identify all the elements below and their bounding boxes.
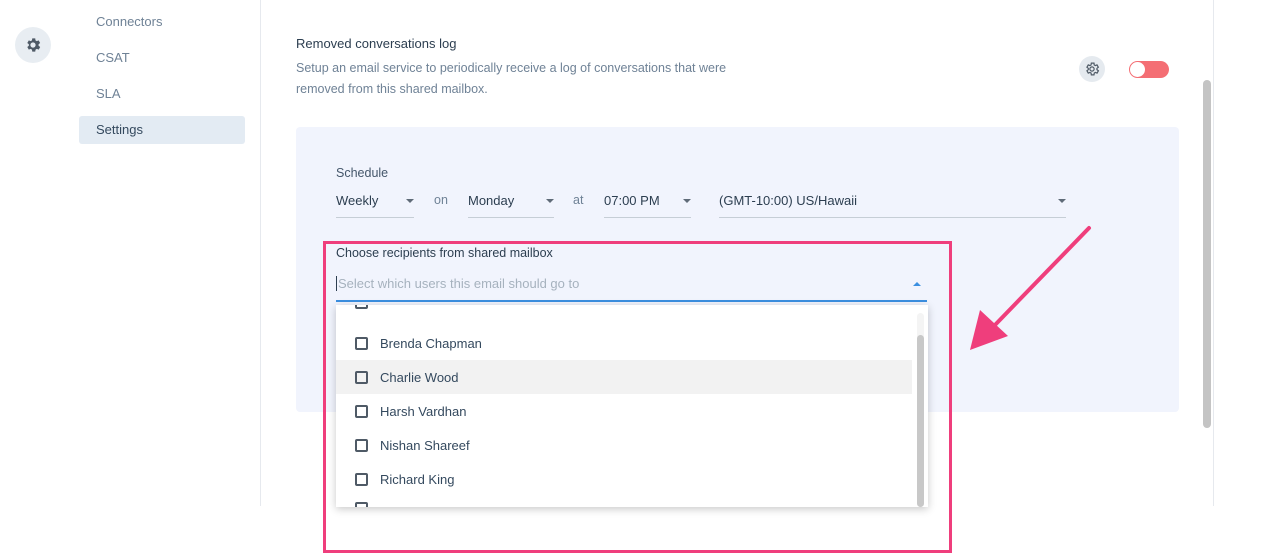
removed-log-toggle[interactable] — [1129, 61, 1169, 78]
frequency-select[interactable]: Weekly — [336, 188, 414, 218]
annotation-highlight-box — [323, 241, 952, 553]
time-value: 07:00 PM — [604, 193, 660, 208]
at-label: at — [573, 193, 584, 207]
chevron-down-icon — [546, 199, 554, 203]
on-label: on — [434, 193, 448, 207]
annotation-arrow-icon — [970, 226, 1091, 350]
settings-subnav: Connectors CSAT SLA Settings — [66, 0, 261, 506]
log-settings-button[interactable] — [1079, 56, 1105, 82]
timezone-value: (GMT-10:00) US/Hawaii — [719, 193, 857, 208]
timezone-select[interactable]: (GMT-10:00) US/Hawaii — [719, 188, 1066, 218]
chevron-down-icon — [683, 199, 691, 203]
schedule-label: Schedule — [336, 166, 389, 180]
toggle-knob — [1130, 62, 1145, 77]
app-rail — [0, 0, 66, 506]
frequency-value: Weekly — [336, 193, 379, 208]
subnav-item-sla[interactable]: SLA — [79, 80, 245, 108]
day-select[interactable]: Monday — [468, 188, 554, 218]
day-value: Monday — [468, 193, 515, 208]
subnav-item-connectors[interactable]: Connectors — [79, 8, 245, 36]
settings-rail-button[interactable] — [15, 27, 51, 63]
section-description: Setup an email service to periodically r… — [296, 61, 727, 96]
gear-icon — [1086, 62, 1100, 76]
chevron-down-icon — [1058, 199, 1066, 203]
chevron-down-icon — [406, 199, 414, 203]
subnav-item-settings[interactable]: Settings — [79, 116, 245, 144]
time-select[interactable]: 07:00 PM — [604, 188, 691, 218]
gear-icon — [27, 38, 41, 52]
section-title: Removed conversations log — [296, 36, 457, 51]
subnav-item-csat[interactable]: CSAT — [79, 44, 245, 72]
page-scrollbar[interactable] — [1203, 80, 1211, 428]
